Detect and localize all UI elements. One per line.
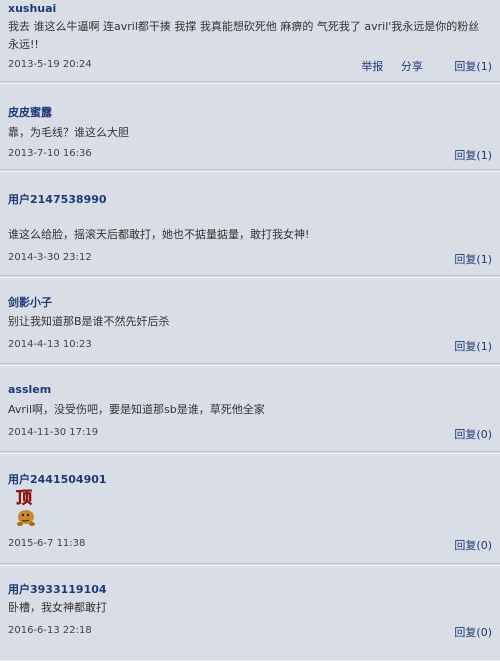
comment-username[interactable]: xushuai — [8, 2, 56, 15]
emoticon-hand-left — [17, 522, 23, 526]
comment-username[interactable]: 用户2147538990 — [8, 191, 107, 207]
reply-label: 回复 — [454, 60, 477, 73]
comment-item: 用户3933119104 卧槽，我女神都敢打 2016-6-13 22:18 回… — [0, 566, 500, 661]
reply-link[interactable]: 回复(1) — [440, 149, 492, 162]
comment-text: Avril啊，没受伤吧，要是知道那sb是谁，草死他全家 — [8, 403, 265, 416]
emoticon-body-shape — [18, 510, 34, 524]
comment-actions: 回复(0) — [426, 426, 492, 442]
comment-actions: 举报 分享 回复(1) — [347, 58, 492, 74]
reply-label: 回复 — [454, 149, 477, 162]
comment-text: 卧槽，我女神都敢打 — [8, 601, 107, 614]
comment-text: 我去 谁这么牛逼啊 连avril都干揍 我撑 我真能想砍死他 麻痹的 气死我了 … — [8, 20, 480, 51]
ding-emoticon-icon: 顶 — [16, 488, 35, 526]
reply-count: (0) — [476, 626, 492, 639]
reply-link[interactable]: 回复(1) — [440, 253, 492, 266]
comment-timestamp: 2014-11-30 17:19 — [8, 427, 99, 438]
comment-item: xushuai 我去 谁这么牛逼啊 连avril都干揍 我撑 我真能想砍死他 麻… — [0, 0, 500, 84]
reply-count: (1) — [476, 149, 492, 162]
comment-item: 剑影小子 别让我知道那B是谁不然先奸后杀 2014-4-13 10:23 回复(… — [0, 278, 500, 366]
reply-link[interactable]: 回复(0) — [440, 626, 492, 639]
reply-count: (0) — [476, 428, 492, 441]
comment-item: 皮皮蜜露 靠，为毛线？谁这么大胆 2013-7-10 16:36 回复(1) — [0, 84, 500, 172]
comment-timestamp: 2014-4-13 10:23 — [8, 339, 92, 350]
reply-label: 回复 — [454, 539, 477, 552]
comment-username[interactable]: asslem — [8, 383, 51, 396]
comment-timestamp: 2015-6-7 11:38 — [8, 538, 86, 549]
comment-username[interactable]: 用户2441504901 — [8, 471, 107, 487]
ding-emoticon: 顶 — [14, 487, 40, 533]
comment-actions: 回复(1) — [426, 147, 492, 163]
reply-link[interactable]: 回复(1) — [440, 340, 492, 353]
comment-text: 靠，为毛线？谁这么大胆 — [8, 126, 129, 139]
reply-label: 回复 — [454, 253, 477, 266]
reply-label: 回复 — [454, 428, 477, 441]
reply-link[interactable]: 回复(0) — [440, 428, 492, 441]
comment-actions: 回复(0) — [426, 537, 492, 553]
comment-item: 用户2441504901 顶 2015-6-7 11:38 回复(0) — [0, 454, 500, 566]
reply-count: (0) — [476, 539, 492, 552]
emoticon-eye-right — [26, 513, 30, 517]
comment-actions: 回复(1) — [426, 251, 492, 267]
comment-timestamp: 2014-3-30 23:12 — [8, 252, 92, 263]
comment-actions: 回复(0) — [426, 624, 492, 640]
comment-text: 谁这么给脸，摇滚天后都敢打，她也不掂量掂量，敢打我女神! — [8, 228, 310, 241]
reply-label: 回复 — [454, 340, 477, 353]
reply-label: 回复 — [454, 626, 477, 639]
comment-list: xushuai 我去 谁这么牛逼啊 连avril都干揍 我撑 我真能想砍死他 麻… — [0, 0, 500, 661]
emoticon-hand-right — [29, 522, 35, 526]
reply-count: (1) — [476, 253, 492, 266]
comment-timestamp: 2013-5-19 20:24 — [8, 59, 92, 70]
ding-emoticon-text: 顶 — [16, 488, 32, 507]
comment-actions: 回复(1) — [426, 338, 492, 354]
comment-username[interactable]: 皮皮蜜露 — [8, 104, 52, 120]
report-link[interactable]: 举报 — [361, 60, 383, 73]
reply-link[interactable]: 回复(0) — [440, 539, 492, 552]
emoticon-eye-left — [21, 513, 25, 517]
comment-item: asslem Avril啊，没受伤吧，要是知道那sb是谁，草死他全家 2014-… — [0, 366, 500, 454]
comment-item: 用户2147538990 谁这么给脸，摇滚天后都敢打，她也不掂量掂量，敢打我女神… — [0, 172, 500, 278]
share-link[interactable]: 分享 — [401, 60, 423, 73]
comment-username[interactable]: 剑影小子 — [8, 294, 52, 310]
reply-count: (1) — [476, 60, 492, 73]
comment-timestamp: 2013-7-10 16:36 — [8, 148, 92, 159]
comment-timestamp: 2016-6-13 22:18 — [8, 625, 92, 636]
comment-username[interactable]: 用户3933119104 — [8, 581, 107, 597]
comment-text: 别让我知道那B是谁不然先奸后杀 — [8, 315, 170, 328]
reply-link[interactable]: 回复(1) — [440, 60, 492, 73]
reply-count: (1) — [476, 340, 492, 353]
